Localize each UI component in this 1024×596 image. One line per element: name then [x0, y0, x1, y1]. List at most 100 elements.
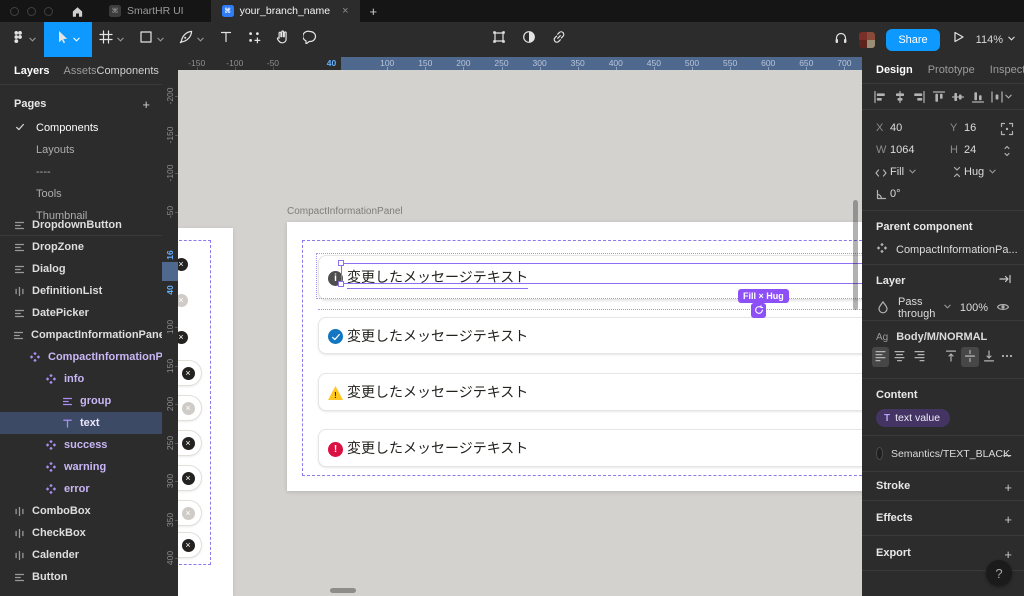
- parent-component-row[interactable]: CompactInformationPa...: [862, 233, 1024, 268]
- new-tab-button[interactable]: +: [370, 4, 378, 19]
- text-selection-box[interactable]: [341, 263, 862, 284]
- fill-row[interactable]: Semantics/TEXT_BLACK: [862, 436, 1024, 471]
- visibility-icon[interactable]: [996, 300, 1010, 317]
- distribute-button[interactable]: [990, 90, 1013, 104]
- y-value[interactable]: 16: [964, 122, 976, 134]
- text-align-center-button[interactable]: [891, 347, 908, 367]
- tab-inspect[interactable]: Inspect: [990, 64, 1024, 76]
- rotation-value[interactable]: 0°: [890, 188, 901, 200]
- add-effect-button[interactable]: +: [1004, 512, 1012, 527]
- window-controls[interactable]: [10, 7, 53, 16]
- text-align-right-button[interactable]: [911, 347, 928, 367]
- selection-handle-bottom-left[interactable]: [338, 281, 344, 287]
- frame-title[interactable]: CompactInformationPanel: [287, 206, 403, 217]
- align-bottom-button[interactable]: [971, 90, 985, 104]
- window-close-button[interactable]: [10, 7, 19, 16]
- layer-item-datepicker[interactable]: DatePicker: [0, 302, 162, 324]
- independent-corners-icon[interactable]: [1000, 122, 1014, 139]
- layer-item-dropzone[interactable]: DropZone: [0, 236, 162, 258]
- opacity-value[interactable]: 100%: [960, 302, 988, 314]
- align-left-button[interactable]: [873, 90, 887, 104]
- file-tab-your-branch[interactable]: ⌘ your_branch_name ×: [211, 0, 360, 22]
- tab-layers[interactable]: Layers: [14, 65, 49, 77]
- layer-item-dropdownbutton[interactable]: DropdownButton: [0, 220, 162, 236]
- layer-item-group[interactable]: group: [0, 390, 162, 412]
- layer-item-calender[interactable]: Calender: [0, 544, 162, 566]
- align-right-button[interactable]: [912, 90, 926, 104]
- canvas[interactable]: -150-100-5010015020025030035040045050055…: [162, 57, 862, 596]
- constrain-proportions-icon[interactable]: [1000, 144, 1014, 161]
- layer-item-compactinformationpanel[interactable]: CompactInformationPanel: [0, 346, 162, 368]
- tab-prototype[interactable]: Prototype: [928, 64, 975, 76]
- page-item-layouts[interactable]: Layouts: [0, 139, 162, 161]
- page-switcher[interactable]: Components: [97, 65, 163, 77]
- content-property-pill[interactable]: T text value: [876, 409, 950, 427]
- vertical-align-top-button[interactable]: [942, 347, 959, 367]
- w-value[interactable]: 1064: [890, 144, 914, 156]
- vertical-align-middle-button[interactable]: [961, 347, 978, 367]
- avatar[interactable]: [859, 32, 875, 48]
- x-value[interactable]: 40: [890, 122, 902, 134]
- tab-assets[interactable]: Assets: [63, 65, 96, 77]
- vertical-resizing-select[interactable]: Hug: [964, 166, 997, 178]
- present-button[interactable]: [951, 30, 965, 49]
- h-value[interactable]: 24: [964, 144, 976, 156]
- resources-button[interactable]: [240, 22, 268, 57]
- layer-item-warning[interactable]: warning: [0, 456, 162, 478]
- layer-item-success[interactable]: success: [0, 434, 162, 456]
- blend-jump-icon[interactable]: [998, 272, 1012, 289]
- text-align-left-button[interactable]: [872, 347, 889, 367]
- remove-fill-button[interactable]: −: [1003, 448, 1012, 466]
- close-tab-icon[interactable]: ×: [342, 5, 348, 17]
- canvas-horizontal-scrollbar[interactable]: [330, 588, 356, 593]
- window-minimize-button[interactable]: [27, 7, 36, 16]
- add-page-button[interactable]: +: [142, 97, 150, 112]
- comment-tool-button[interactable]: [296, 22, 324, 57]
- parent-component-name: CompactInformationPa...: [896, 244, 1018, 256]
- horizontal-resizing-select[interactable]: Fill: [890, 166, 917, 178]
- help-button[interactable]: ?: [986, 560, 1012, 586]
- layer-item-button[interactable]: Button: [0, 566, 162, 588]
- zoom-menu[interactable]: 114%: [976, 34, 1016, 46]
- edit-object-button[interactable]: [492, 30, 506, 49]
- layer-item-text[interactable]: text: [0, 412, 162, 434]
- frame-tool-button[interactable]: [92, 22, 132, 57]
- vertical-align-bottom-button[interactable]: [981, 347, 998, 367]
- align-top-button[interactable]: [932, 90, 946, 104]
- blend-mode-select[interactable]: Pass through: [898, 296, 952, 320]
- mask-button[interactable]: [522, 30, 536, 49]
- selection-handle-top-left[interactable]: [338, 260, 344, 266]
- add-export-button[interactable]: +: [1004, 547, 1012, 562]
- home-icon[interactable]: [71, 5, 84, 18]
- page-item-----[interactable]: ----: [0, 161, 162, 183]
- layer-item-compactinformationpanel[interactable]: CompactInformationPanel: [0, 324, 162, 346]
- main-menu-button[interactable]: [4, 22, 44, 57]
- pen-tool-button[interactable]: [172, 22, 212, 57]
- hand-tool-button[interactable]: [268, 22, 296, 57]
- page-item-components[interactable]: Components: [0, 117, 162, 139]
- text-style-row[interactable]: Ag Body/M/NORMAL: [862, 321, 1024, 345]
- auto-layout-toggle[interactable]: [751, 303, 766, 318]
- add-stroke-button[interactable]: +: [1004, 480, 1012, 495]
- file-tab-smarthr-ui[interactable]: ⌘ SmartHR UI: [98, 0, 195, 22]
- align-vertical-center-button[interactable]: [951, 90, 965, 104]
- color-swatch[interactable]: [876, 447, 883, 460]
- align-horizontal-center-button[interactable]: [893, 90, 907, 104]
- canvas-vertical-scrollbar[interactable]: [853, 200, 858, 310]
- create-link-button[interactable]: [552, 30, 566, 49]
- layer-item-dialog[interactable]: Dialog: [0, 258, 162, 280]
- tab-design[interactable]: Design: [876, 64, 913, 76]
- move-tool-button[interactable]: [44, 22, 92, 57]
- layer-item-info[interactable]: info: [0, 368, 162, 390]
- layer-item-error[interactable]: error: [0, 478, 162, 500]
- layer-item-definitionlist[interactable]: DefinitionList: [0, 280, 162, 302]
- type-details-button[interactable]: [1000, 349, 1014, 366]
- layer-item-combobox[interactable]: ComboBox: [0, 500, 162, 522]
- page-item-tools[interactable]: Tools: [0, 183, 162, 205]
- audio-button[interactable]: [834, 30, 848, 49]
- layer-item-checkbox[interactable]: CheckBox: [0, 522, 162, 544]
- share-button[interactable]: Share: [886, 29, 939, 51]
- text-tool-button[interactable]: [212, 22, 240, 57]
- shape-tool-button[interactable]: [132, 22, 172, 57]
- window-zoom-button[interactable]: [44, 7, 53, 16]
